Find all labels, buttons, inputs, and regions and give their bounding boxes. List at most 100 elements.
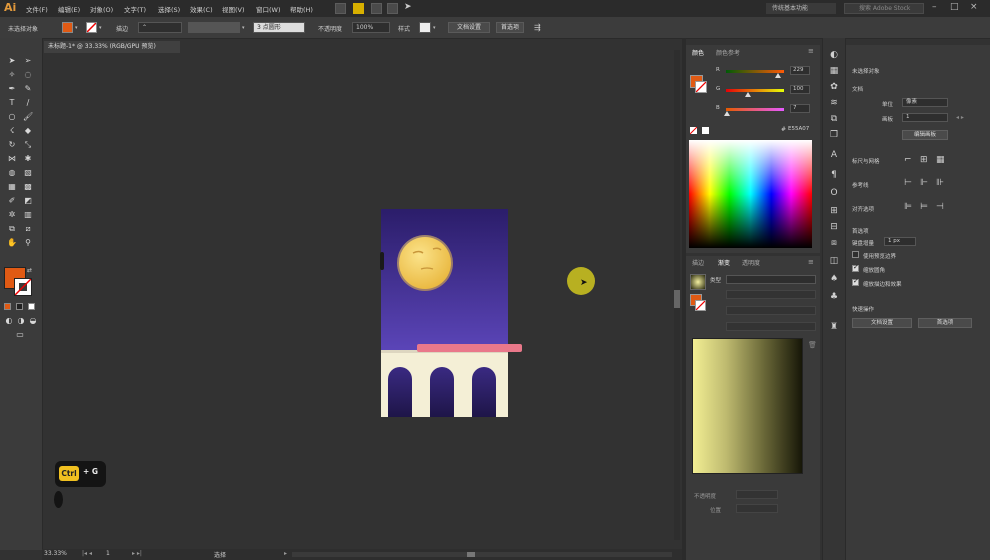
fill-swatch[interactable] — [62, 22, 73, 33]
scale-tool-icon[interactable]: ⤡ — [23, 140, 33, 150]
smart-guides-icon[interactable]: ⊪ — [936, 178, 944, 188]
panel-menu-icon[interactable]: ≡ — [808, 258, 814, 266]
unit-dropdown[interactable]: 像素 — [902, 98, 948, 107]
chevron-down-icon[interactable]: ▾ — [433, 25, 436, 31]
status-arrow[interactable]: ▸ — [284, 550, 287, 557]
symbol-sprayer-icon[interactable]: ✲ — [7, 210, 17, 220]
preferences-button[interactable]: 首选项 — [496, 22, 524, 33]
opacity-input[interactable]: 100% — [352, 22, 390, 33]
menu-view[interactable]: 视图(V) — [222, 4, 245, 14]
width-tool-icon[interactable]: ⋈ — [7, 154, 17, 164]
stop-opacity-input[interactable] — [736, 490, 778, 499]
vertical-scrollbar[interactable] — [674, 50, 680, 540]
stock-icon[interactable] — [353, 3, 364, 14]
brush-profile-dropdown[interactable]: 3 点圆形 — [253, 22, 305, 33]
align-right-icon[interactable]: ⊣ — [936, 202, 944, 212]
magic-wand-icon[interactable]: ✧ — [7, 70, 17, 80]
menu-window[interactable]: 窗口(W) — [256, 4, 281, 14]
ellipse-tool-icon[interactable]: ○ — [7, 112, 17, 122]
tab-stroke[interactable]: 描边 — [692, 258, 704, 267]
gradient-preview-swatch[interactable] — [690, 274, 706, 290]
tab-gradient[interactable]: 渐变 — [718, 258, 730, 267]
red-slider-thumb[interactable] — [775, 73, 781, 78]
bridge-icon[interactable] — [335, 3, 346, 14]
color-mode-icon[interactable] — [4, 303, 11, 310]
send-icon[interactable]: ➤ — [404, 2, 412, 12]
artboard-nav-next[interactable]: ▸ ▸| — [132, 550, 142, 557]
delete-stop-icon[interactable]: 🗑 — [808, 341, 817, 349]
live-paint-icon[interactable]: ▧ — [23, 168, 33, 178]
stop-location-input[interactable] — [736, 504, 778, 513]
slice-tool-icon[interactable]: ⧄ — [23, 224, 33, 234]
blue-slider-thumb[interactable] — [724, 111, 730, 116]
arrange-icon[interactable] — [371, 3, 382, 14]
blue-value[interactable]: 7 — [790, 104, 810, 113]
swatches-icon[interactable]: ▦ — [829, 66, 839, 76]
grid-icon[interactable] — [387, 3, 398, 14]
artboard-nav-icon[interactable]: ◂ ▸ — [956, 114, 964, 121]
paintbrush-icon[interactable]: 🖌 — [23, 112, 33, 122]
brushes-icon[interactable]: ✿ — [829, 82, 839, 92]
shape-builder-icon[interactable]: ◍ — [7, 168, 17, 178]
menu-edit[interactable]: 编辑(E) — [58, 4, 80, 14]
document-setup-button[interactable]: 文档设置 — [852, 318, 912, 328]
close-icon[interactable]: × — [970, 2, 978, 12]
line-tool-icon[interactable]: ∕ — [23, 98, 33, 108]
mesh-tool-icon[interactable]: ▩ — [23, 182, 33, 192]
edit-artboards-button[interactable]: 编辑画板 — [902, 130, 948, 140]
color-spectrum[interactable] — [689, 140, 812, 248]
align-icon[interactable]: ⊟ — [829, 222, 839, 232]
screen-mode-icon[interactable]: ▭ — [15, 330, 25, 340]
shaper-tool-icon[interactable]: ☇ — [7, 126, 17, 136]
chevron-down-icon[interactable]: ▾ — [242, 25, 245, 31]
stroke-swatch[interactable] — [695, 300, 706, 311]
puppet-warp-icon[interactable]: ✱ — [23, 154, 33, 164]
menu-type[interactable]: 文字(T) — [124, 4, 146, 14]
draw-normal-icon[interactable]: ◐ — [4, 316, 14, 326]
show-guides-icon[interactable]: ⊢ — [904, 178, 912, 188]
opentype-icon[interactable]: O — [829, 188, 839, 198]
paragraph-icon[interactable]: ¶ — [829, 170, 839, 180]
scale-strokes-checkbox[interactable] — [852, 277, 859, 286]
gradient-mode-icon[interactable] — [16, 303, 23, 310]
ruler-icon[interactable]: ⌐ — [904, 155, 912, 165]
layers-icon[interactable]: ≋ — [829, 98, 839, 108]
artboard-tool-icon[interactable]: ⧉ — [7, 224, 17, 234]
hex-value[interactable]: E55A07 — [788, 126, 809, 132]
blend-tool-icon[interactable]: ◩ — [23, 196, 33, 206]
lasso-icon[interactable]: ◌ — [23, 70, 33, 80]
type-tool-icon[interactable]: T — [7, 98, 17, 108]
perspective-grid-icon[interactable]: ▦ — [7, 182, 17, 192]
artboard[interactable] — [381, 209, 508, 417]
appearance-icon[interactable]: ◫ — [829, 256, 839, 266]
none-mode-icon[interactable] — [28, 303, 35, 310]
red-value[interactable]: 229 — [790, 66, 810, 75]
pen-tool-icon[interactable]: ✒ — [7, 84, 17, 94]
none-swatch[interactable] — [690, 127, 697, 134]
artboard-nav-prev[interactable]: |◂ ◂ — [82, 550, 92, 557]
curvature-tool-icon[interactable]: ✎ — [23, 84, 33, 94]
tab-transparency[interactable]: 透明度 — [742, 258, 760, 267]
tab-color-guide[interactable]: 颜色参考 — [716, 48, 740, 57]
zoom-tool-icon[interactable]: ⚲ — [23, 238, 33, 248]
hand-tool-icon[interactable]: ✋ — [7, 238, 17, 248]
stroke-color-box[interactable] — [14, 278, 32, 296]
direct-selection-tool-icon[interactable]: ➢ — [23, 56, 33, 66]
green-slider-thumb[interactable] — [745, 92, 751, 97]
grid-icon[interactable]: ⊞ — [920, 155, 928, 165]
maximize-icon[interactable]: □ — [950, 2, 959, 12]
graphic-styles-icon[interactable]: ♠ — [829, 274, 839, 284]
chevron-down-icon[interactable]: ▾ — [99, 25, 102, 31]
gradient-slider-preview[interactable] — [692, 338, 803, 474]
align-center-icon[interactable]: ⊨ — [920, 202, 928, 212]
menu-effect[interactable]: 效果(C) — [190, 4, 213, 14]
menu-file[interactable]: 文件(F) — [26, 4, 48, 14]
swap-colors-icon[interactable]: ⇄ — [27, 267, 32, 274]
draw-inside-icon[interactable]: ◒ — [28, 316, 38, 326]
artboards-icon[interactable]: ⧉ — [829, 114, 839, 124]
lock-guides-icon[interactable]: ⊩ — [920, 178, 928, 188]
eyedropper-icon[interactable]: ✐ — [7, 196, 17, 206]
rotate-tool-icon[interactable]: ↻ — [7, 140, 17, 150]
gradient-type-dropdown[interactable] — [726, 275, 816, 284]
draw-behind-icon[interactable]: ◑ — [16, 316, 26, 326]
